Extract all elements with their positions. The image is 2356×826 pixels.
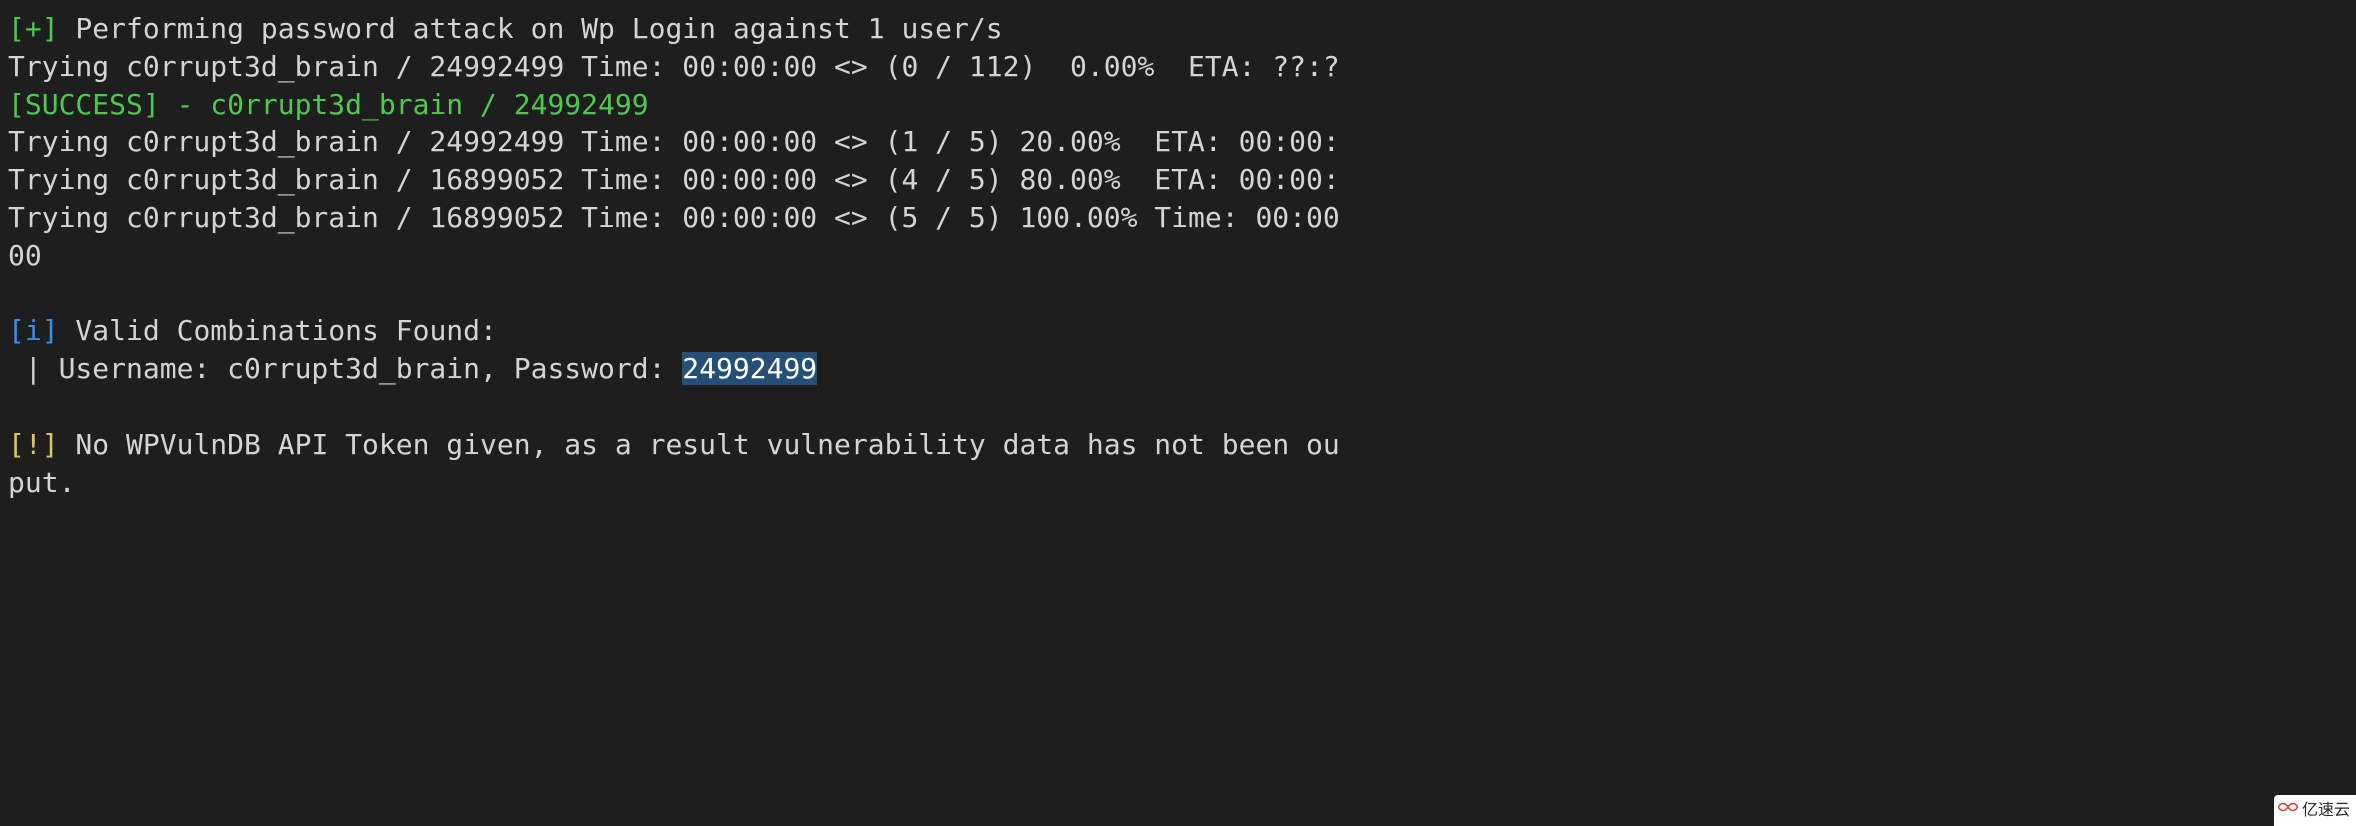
watermark-badge: 亿速云 [2274, 795, 2356, 826]
status-warn-prefix: [!] [8, 428, 59, 461]
line-1-text: Performing password attack on Wp Login a… [59, 12, 1003, 45]
line-7: 00 [8, 239, 42, 272]
selected-password: 24992499 [682, 352, 817, 385]
line-2: Trying c0rrupt3d_brain / 24992499 Time: … [8, 50, 1340, 83]
status-plus-prefix: [+] [8, 12, 59, 45]
line-4: Trying c0rrupt3d_brain / 24992499 Time: … [8, 125, 1340, 158]
line-13: put. [8, 466, 75, 499]
line-3-success: [SUCCESS] - c0rrupt3d_brain / 24992499 [8, 88, 649, 121]
watermark-text: 亿速云 [2302, 800, 2350, 822]
line-10-pre: | Username: c0rrupt3d_brain, Password: [8, 352, 682, 385]
line-5: Trying c0rrupt3d_brain / 16899052 Time: … [8, 163, 1340, 196]
terminal-output[interactable]: [+] Performing password attack on Wp Log… [0, 0, 2356, 501]
status-info-prefix: [i] [8, 314, 59, 347]
line-12-text: No WPVulnDB API Token given, as a result… [59, 428, 1340, 461]
infinity-icon [2278, 797, 2298, 824]
line-9-text: Valid Combinations Found: [59, 314, 497, 347]
line-6: Trying c0rrupt3d_brain / 16899052 Time: … [8, 201, 1340, 234]
